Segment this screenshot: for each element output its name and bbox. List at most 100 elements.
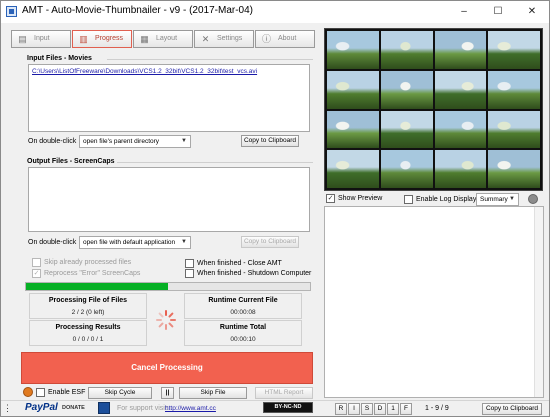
thumbnail-frame xyxy=(488,31,540,69)
tab-settings-label: Settings xyxy=(217,35,243,42)
close-amt-checkbox[interactable] xyxy=(185,259,194,268)
license-label: BY-NC-ND xyxy=(274,404,302,410)
reprocess-error-checkbox[interactable]: ✓ xyxy=(32,269,41,278)
pause-button[interactable]: || xyxy=(161,387,174,399)
thumbnail-frame xyxy=(327,70,379,109)
enable-log-checkbox[interactable] xyxy=(404,195,413,204)
paypal-logo[interactable]: PayPal xyxy=(25,402,58,413)
log-display[interactable] xyxy=(324,206,544,398)
app-icon xyxy=(6,6,17,17)
title-bar: AMT - Auto-Movie-Thumbnailer - v9 - (201… xyxy=(1,1,549,23)
r-button[interactable]: R xyxy=(335,403,347,415)
thumbnail-frame xyxy=(327,31,379,69)
one-button[interactable]: 1 xyxy=(387,403,399,415)
skip-processed-label: Skip already processed files xyxy=(44,259,132,266)
thumbnail-frame xyxy=(434,150,487,188)
tab-about[interactable]: ⓘ About xyxy=(255,30,315,48)
processing-file-value: 2 / 2 (0 left) xyxy=(71,309,105,316)
license-badge[interactable]: BY-NC-ND xyxy=(263,402,313,413)
skip-processed-checkbox[interactable] xyxy=(32,258,41,267)
output-double-click-label: On double-click xyxy=(28,239,77,246)
close-button[interactable]: ✕ xyxy=(515,1,549,23)
list-item[interactable]: C:\Users\ListOfFreeware\Downloads\VCS1.2… xyxy=(32,68,257,75)
thumbnail-frame xyxy=(434,70,487,109)
settings-icon: ✕ xyxy=(201,34,210,44)
runtime-total-label: Runtime Total xyxy=(219,324,267,331)
log-mode-select[interactable]: Summary ▼ xyxy=(476,193,519,206)
tab-input[interactable]: ▤ Input xyxy=(11,30,71,48)
thumbnail-frame xyxy=(380,70,433,109)
grip-icon: ⋮ xyxy=(3,403,12,413)
maximize-button[interactable]: ☐ xyxy=(481,1,515,23)
show-preview-label: Show Preview xyxy=(338,195,383,202)
input-files-heading: Input Files - Movies xyxy=(27,55,92,62)
thumbnail-frame xyxy=(327,110,379,149)
divider xyxy=(107,59,313,60)
input-double-click-label: On double-click xyxy=(28,138,77,145)
i-button[interactable]: I xyxy=(348,403,360,415)
enable-esf-label: Enable ESF xyxy=(48,389,86,396)
divider xyxy=(117,162,313,163)
output-files-list[interactable] xyxy=(28,167,310,232)
log-scrollbar[interactable] xyxy=(534,207,543,397)
esf-icon xyxy=(23,387,33,397)
processing-results-box: Processing Results 0 / 0 / 0 / 1 xyxy=(29,320,147,346)
output-files-heading: Output Files - ScreenCaps xyxy=(27,158,115,165)
skip-file-button[interactable]: Skip File xyxy=(179,387,247,399)
input-double-click-value: open file's parent directory xyxy=(83,138,160,145)
progress-bar xyxy=(25,282,311,291)
output-double-click-select[interactable]: open file with default application ▼ xyxy=(79,236,191,249)
enable-log-label: Enable Log Display xyxy=(416,196,477,203)
skip-cycle-button[interactable]: Skip Cycle xyxy=(88,387,152,399)
reprocess-error-label: Reprocess "Error" ScreenCaps xyxy=(44,270,141,277)
thumbnail-frame xyxy=(434,110,487,149)
runtime-current-label: Runtime Current File xyxy=(208,297,278,304)
thumbnail-frame xyxy=(488,110,540,149)
runtime-current-box: Runtime Current File 00:00:08 xyxy=(184,293,302,319)
thumbnail-preview xyxy=(324,28,543,191)
support-text: For support visit: xyxy=(117,405,169,412)
tab-input-label: Input xyxy=(34,35,50,42)
thumbnail-frame xyxy=(380,110,433,149)
tab-layout-label: Layout xyxy=(156,35,178,42)
processing-file-label: Processing File of Files xyxy=(48,297,128,304)
tab-layout[interactable]: ▦ Layout xyxy=(133,30,193,48)
processing-results-value: 0 / 0 / 0 / 1 xyxy=(72,336,104,343)
window-title: AMT - Auto-Movie-Thumbnailer - v9 - (201… xyxy=(22,5,253,16)
runtime-total-box: Runtime Total 00:00:10 xyxy=(184,320,302,346)
output-double-click-value: open file with default application xyxy=(83,239,176,246)
f-button[interactable]: F xyxy=(400,403,412,415)
thumbnail-frame xyxy=(380,150,433,188)
donate-label[interactable]: DONATE xyxy=(62,405,85,411)
enable-esf-checkbox[interactable] xyxy=(36,388,45,397)
spinner-icon xyxy=(155,309,177,331)
input-double-click-select[interactable]: open file's parent directory ▼ xyxy=(79,135,191,148)
chevron-down-icon: ▼ xyxy=(181,239,187,245)
tab-settings[interactable]: ✕ Settings xyxy=(194,30,254,48)
amt-logo-icon xyxy=(98,402,110,414)
output-copy-button[interactable]: Copy to Clipboard xyxy=(241,236,299,248)
shutdown-checkbox[interactable] xyxy=(185,269,194,278)
status-indicator-icon xyxy=(528,194,538,204)
show-preview-checkbox[interactable]: ✓ xyxy=(326,194,335,203)
minimize-button[interactable]: – xyxy=(447,1,481,23)
support-link[interactable]: http://www.amt.cc xyxy=(165,405,216,412)
thumbnail-frame xyxy=(488,150,540,188)
d-button[interactable]: D xyxy=(374,403,386,415)
input-copy-button[interactable]: Copy to Clipboard xyxy=(241,135,299,147)
runtime-current-value: 00:00:08 xyxy=(230,309,256,316)
tab-progress[interactable]: ▥ Progress xyxy=(72,30,132,48)
processing-results-label: Processing Results xyxy=(55,324,121,331)
app-window: AMT - Auto-Movie-Thumbnailer - v9 - (201… xyxy=(0,0,550,417)
s-button[interactable]: S xyxy=(361,403,373,415)
tab-progress-label: Progress xyxy=(95,35,124,42)
footer-copy-button[interactable]: Copy to Clipboard xyxy=(482,403,542,415)
tab-about-label: About xyxy=(278,35,297,42)
info-icon: ⓘ xyxy=(261,34,271,44)
log-mode-value: Summary xyxy=(480,196,508,203)
input-files-list[interactable]: C:\Users\ListOfFreeware\Downloads\VCS1.2… xyxy=(28,64,310,132)
cancel-processing-button[interactable]: Cancel Processing xyxy=(21,352,313,384)
layout-icon: ▦ xyxy=(140,34,149,44)
html-report-button[interactable]: HTML Report xyxy=(255,387,313,399)
thumbnail-counter: 1 - 9 / 9 xyxy=(425,405,449,412)
